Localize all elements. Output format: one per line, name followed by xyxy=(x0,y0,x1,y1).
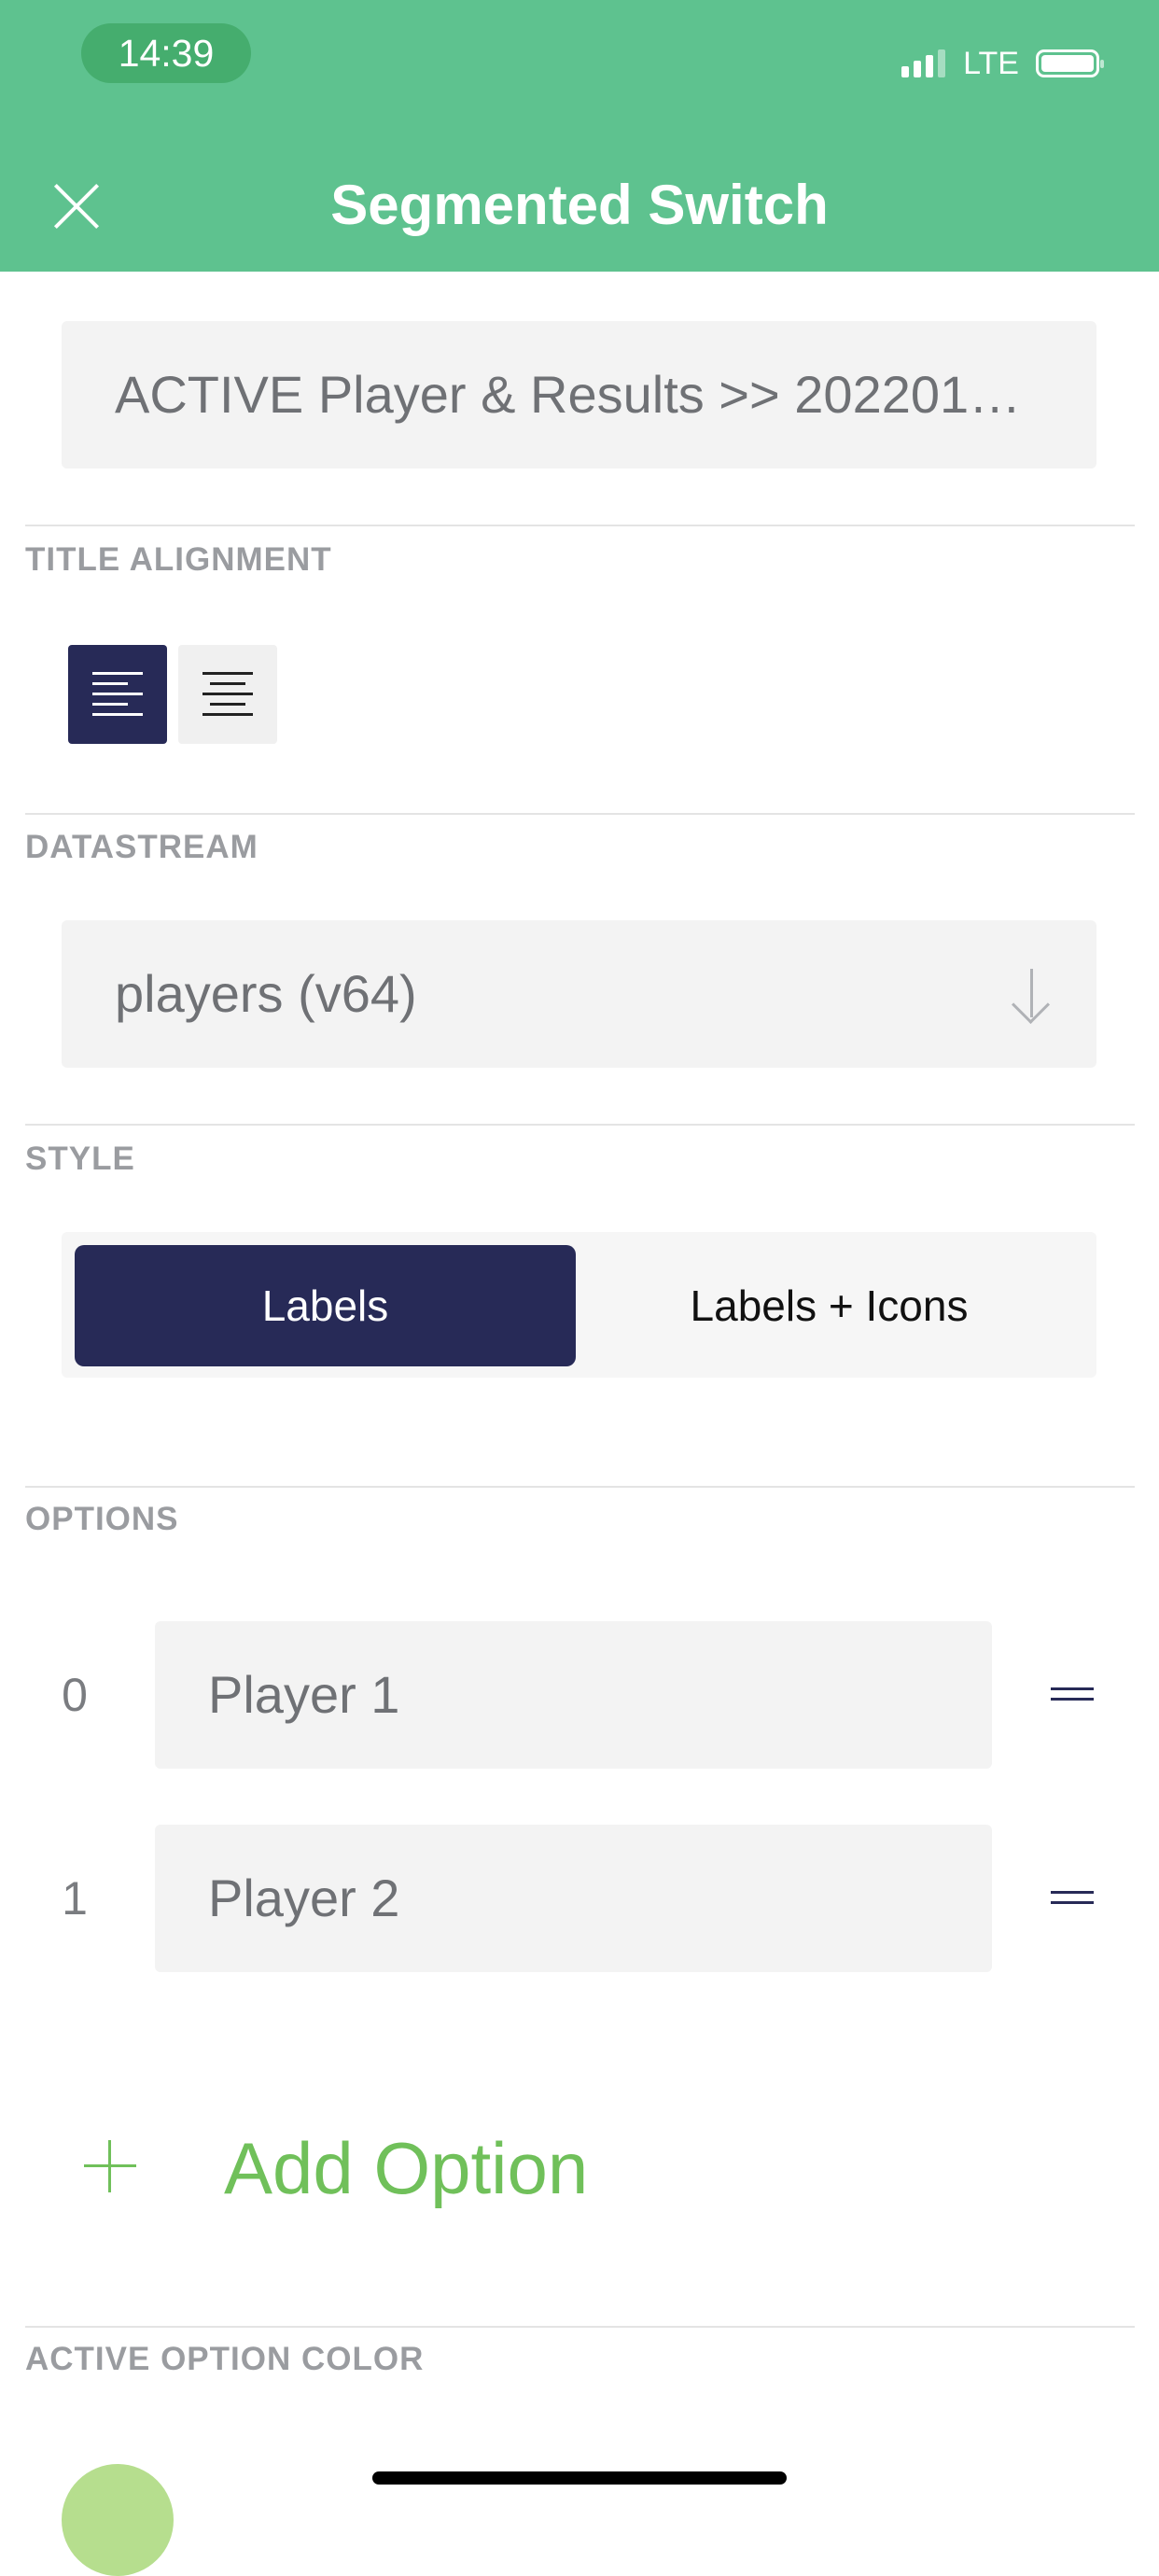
divider xyxy=(25,1124,1135,1126)
style-segmented-control: Labels Labels + Icons xyxy=(62,1232,1096,1378)
add-option-label: Add Option xyxy=(224,2127,589,2209)
arrow-down-icon xyxy=(1012,969,1050,1021)
datastream-label: DATASTREAM xyxy=(25,829,258,865)
app-header: 14:39 LTE Segmented Switch xyxy=(0,0,1159,272)
datastream-value: players (v64) xyxy=(115,964,417,1023)
active-option-color-label: ACTIVE OPTION COLOR xyxy=(25,2341,425,2377)
active-color-swatch[interactable] xyxy=(62,2464,174,2576)
status-indicators: LTE xyxy=(901,43,1104,84)
title-alignment-label: TITLE ALIGNMENT xyxy=(25,541,332,578)
home-indicator xyxy=(372,2471,787,2485)
datastream-dropdown[interactable]: players (v64) xyxy=(62,920,1096,1068)
battery-icon xyxy=(1036,49,1104,77)
option-index: 0 xyxy=(62,1669,88,1721)
style-label: STYLE xyxy=(25,1141,135,1177)
network-type: LTE xyxy=(963,45,1019,81)
divider xyxy=(25,1486,1135,1488)
signal-icon xyxy=(901,49,950,77)
drag-handle-icon[interactable] xyxy=(1051,1891,1094,1904)
widget-title-field[interactable]: ACTIVE Player & Results >> 202201… xyxy=(62,321,1096,469)
add-option-button[interactable]: Add Option xyxy=(0,2109,1159,2221)
option-field[interactable]: Player 1 xyxy=(155,1621,992,1769)
plus-icon xyxy=(84,2140,136,2192)
status-time: 14:39 xyxy=(81,23,251,83)
options-label: OPTIONS xyxy=(25,1501,179,1537)
divider xyxy=(25,2326,1135,2328)
style-option-labels-icons[interactable]: Labels + Icons xyxy=(576,1245,1082,1366)
align-left-button[interactable] xyxy=(68,645,167,744)
option-field[interactable]: Player 2 xyxy=(155,1825,992,1972)
style-option-labels[interactable]: Labels xyxy=(75,1245,576,1366)
align-left-icon xyxy=(92,672,143,717)
drag-handle-icon[interactable] xyxy=(1051,1687,1094,1701)
divider xyxy=(25,525,1135,526)
align-center-icon xyxy=(202,672,253,717)
option-index: 1 xyxy=(62,1872,88,1925)
page-title: Segmented Switch xyxy=(330,174,829,236)
align-center-button[interactable] xyxy=(178,645,277,744)
divider xyxy=(25,813,1135,815)
